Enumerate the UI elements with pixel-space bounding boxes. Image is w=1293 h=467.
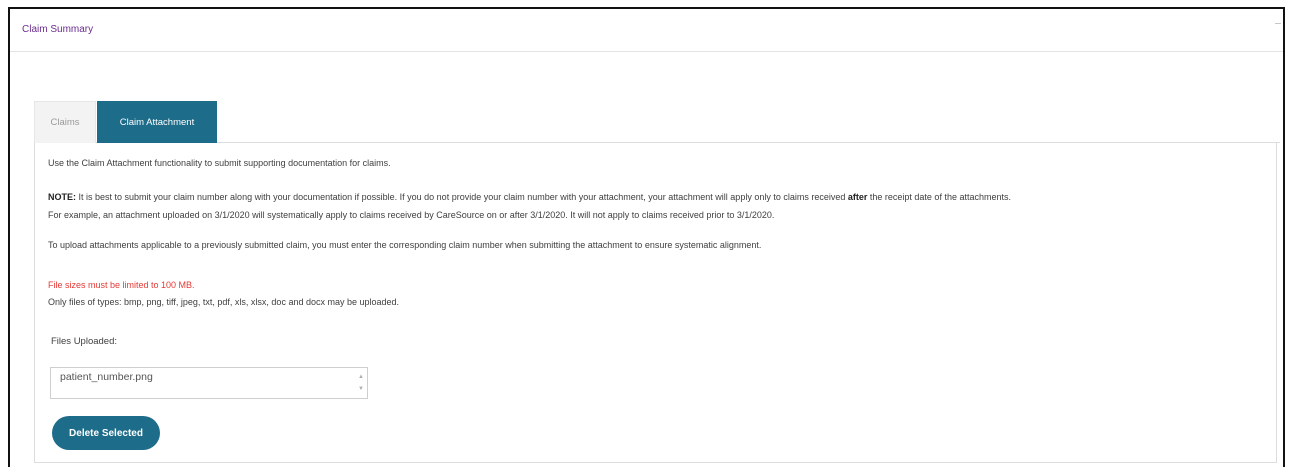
- panel-header: Claim Summary: [10, 9, 1283, 52]
- claim-content: Claims Claim Attachment Use the Claim At…: [34, 101, 1280, 463]
- scroll-down-icon[interactable]: ▼: [358, 386, 364, 392]
- upload-instructions: To upload attachments applicable to a pr…: [48, 240, 762, 250]
- files-uploaded-label: Files Uploaded:: [51, 336, 118, 347]
- list-scrollbar[interactable]: ▲ ▼: [355, 368, 367, 398]
- tab-bar: Claims Claim Attachment: [34, 101, 1280, 143]
- tab-claim-attachment[interactable]: Claim Attachment: [97, 101, 217, 143]
- allowed-file-types: Only files of types: bmp, png, tiff, jpe…: [48, 297, 400, 307]
- scroll-up-icon[interactable]: ▲: [358, 374, 364, 380]
- note-text: NOTE: It is best to submit your claim nu…: [48, 192, 1011, 202]
- claim-attachment-panel: Use the Claim Attachment functionality t…: [34, 143, 1277, 463]
- files-uploaded-list[interactable]: patient_number.png ▲ ▼: [50, 367, 368, 399]
- note-label: NOTE:: [48, 192, 76, 202]
- tab-claims-label: Claims: [50, 117, 80, 128]
- header-divider: [1275, 23, 1281, 24]
- note-example: For example, an attachment uploaded on 3…: [48, 210, 775, 220]
- intro-text: Use the Claim Attachment functionality t…: [48, 158, 391, 168]
- panel-title: Claim Summary: [22, 24, 94, 35]
- note-body: It is best to submit your claim number a…: [76, 192, 848, 202]
- tab-claims[interactable]: Claims: [34, 101, 96, 143]
- note-emphasis: after: [847, 192, 868, 202]
- file-size-warning: File sizes must be limited to 100 MB.: [48, 280, 195, 290]
- tab-claim-attachment-label: Claim Attachment: [119, 116, 195, 128]
- file-list-item[interactable]: patient_number.png: [60, 371, 153, 383]
- note-body-end: the receipt date of the attachments.: [867, 192, 1011, 202]
- delete-selected-button[interactable]: Delete Selected: [52, 416, 160, 450]
